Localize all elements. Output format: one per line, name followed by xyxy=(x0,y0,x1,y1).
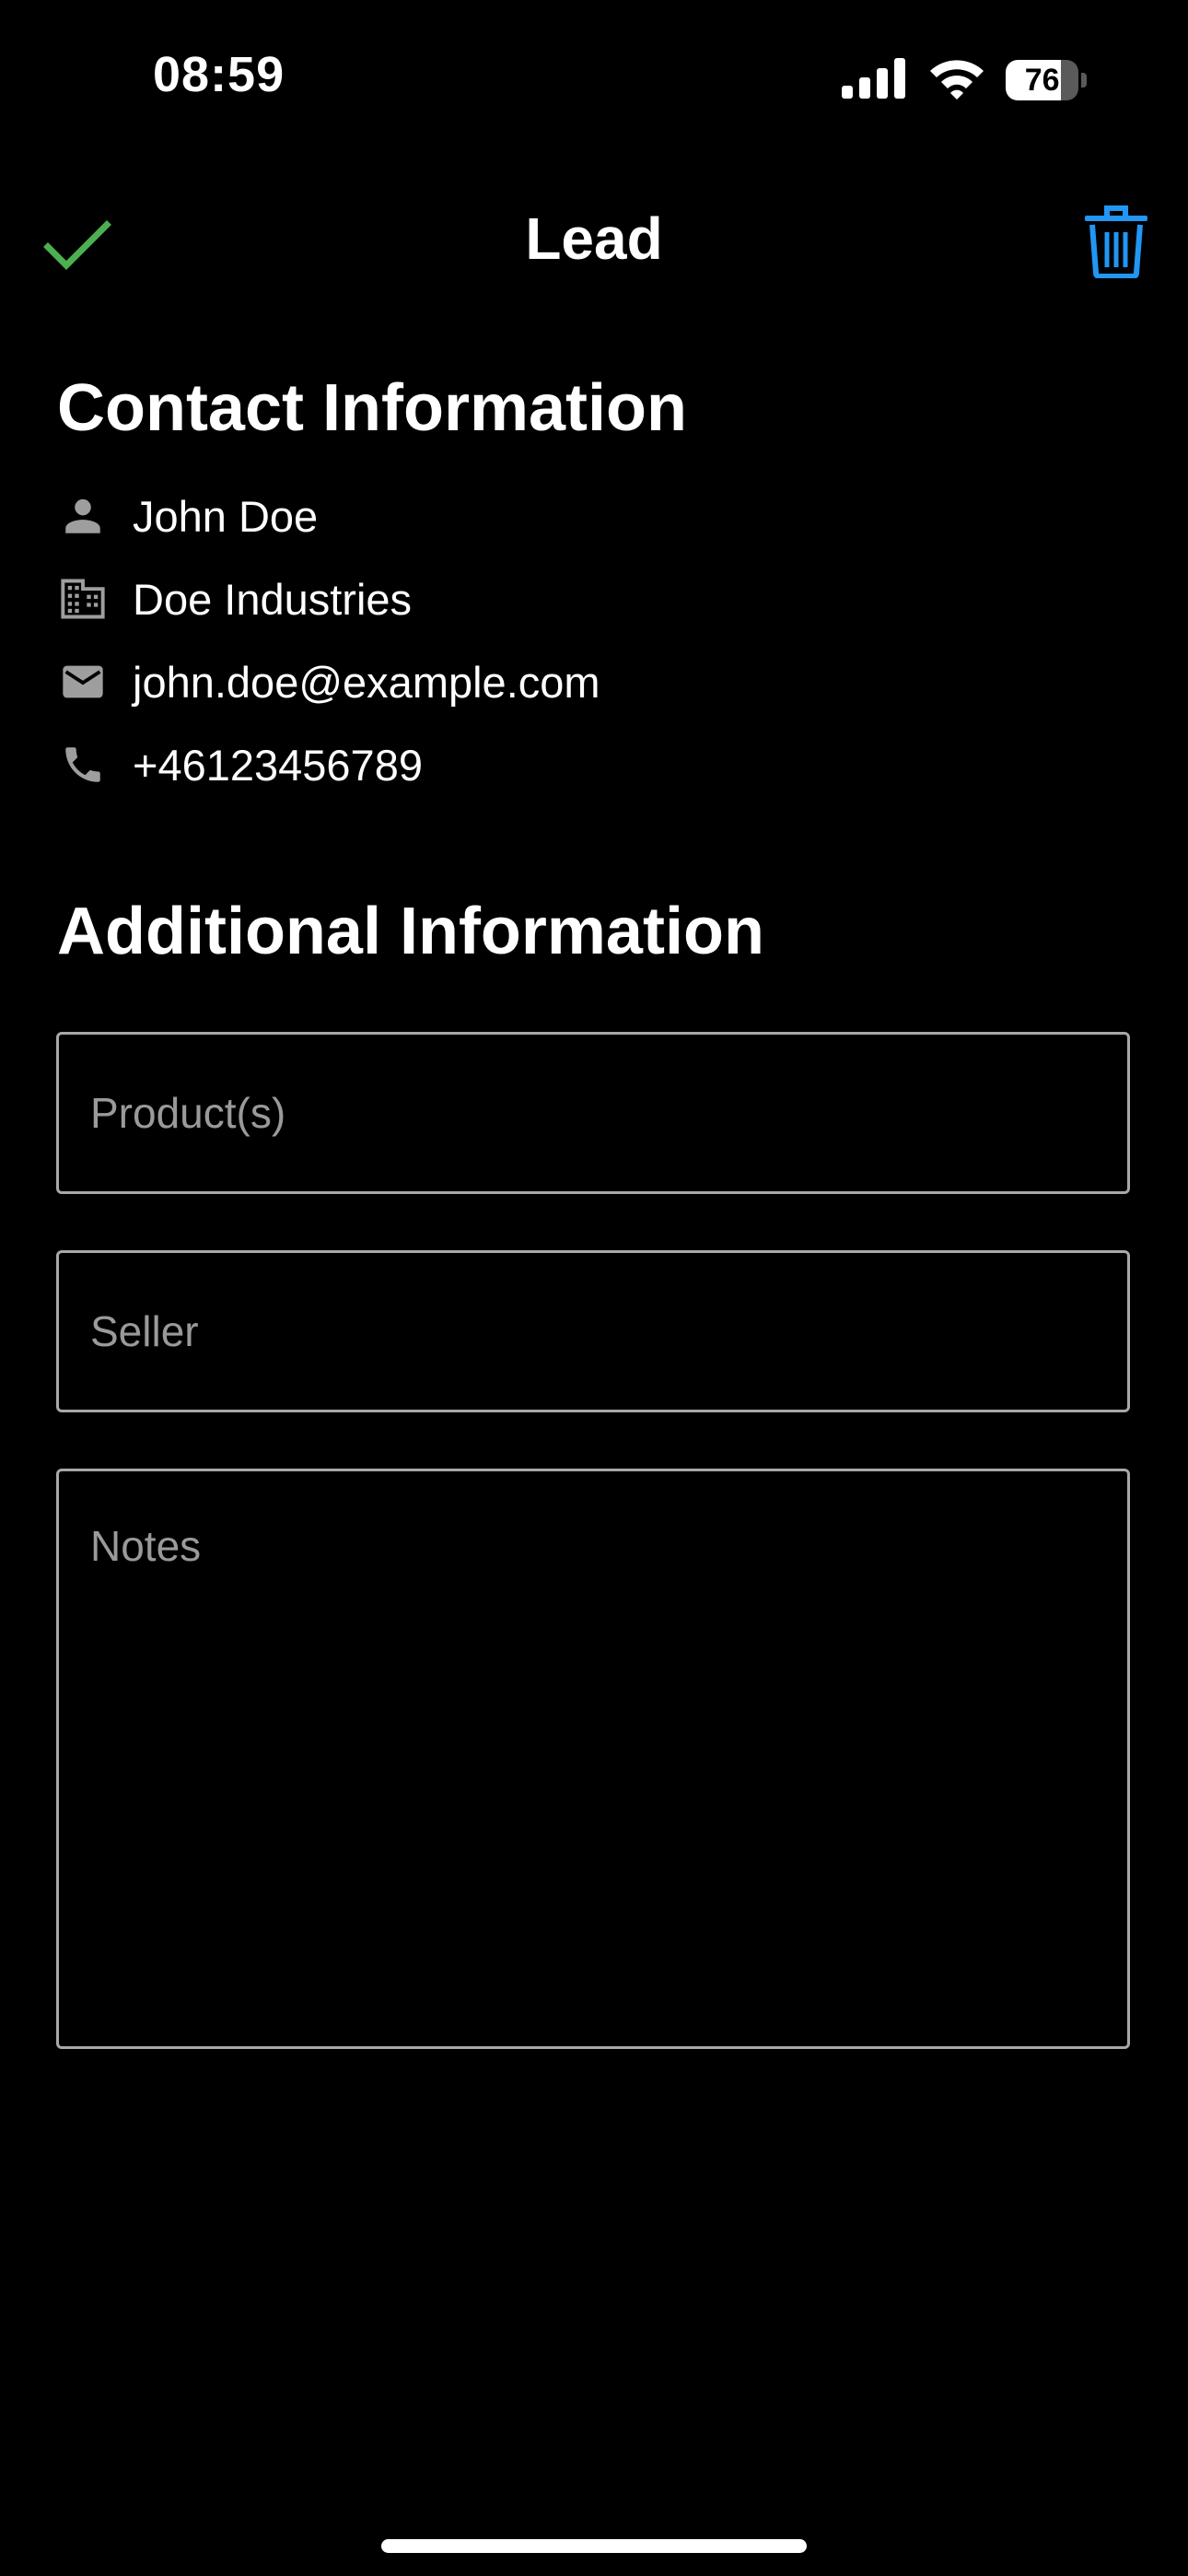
contact-company-row: Doe Industries xyxy=(57,557,1125,640)
products-input[interactable] xyxy=(59,1035,1127,1191)
delete-button[interactable] xyxy=(1081,205,1151,279)
notes-field[interactable] xyxy=(56,1469,1130,2049)
contact-email: john.doe@example.com xyxy=(133,657,600,707)
battery-level: 76 xyxy=(1024,62,1060,98)
contact-section-title: Contact Information xyxy=(57,371,687,445)
notes-textarea[interactable] xyxy=(59,1471,1127,2046)
home-indicator[interactable] xyxy=(381,2539,807,2553)
contact-phone: +46123456789 xyxy=(133,740,423,790)
phone-icon xyxy=(57,739,109,790)
person-icon xyxy=(57,490,109,542)
contact-email-row: john.doe@example.com xyxy=(57,640,1125,723)
page-title: Lead xyxy=(525,205,663,272)
status-icons: 76 xyxy=(842,57,1087,103)
email-icon xyxy=(57,656,109,708)
contact-info-list: John Doe Doe Industries john.doe@example… xyxy=(57,474,1125,806)
building-icon xyxy=(57,573,109,625)
products-field[interactable] xyxy=(56,1032,1130,1194)
additional-section-title: Additional Information xyxy=(57,895,764,968)
status-time: 08:59 xyxy=(153,47,285,102)
seller-input[interactable] xyxy=(59,1253,1127,1410)
battery-icon: 76 xyxy=(1006,60,1087,100)
seller-field[interactable] xyxy=(56,1250,1130,1412)
contact-phone-row: +46123456789 xyxy=(57,723,1125,806)
contact-name: John Doe xyxy=(133,491,319,541)
status-bar: 08:59 76 xyxy=(0,0,1188,166)
contact-name-row: John Doe xyxy=(57,474,1125,557)
wifi-icon xyxy=(928,57,985,104)
cellular-signal-icon xyxy=(842,57,908,103)
contact-company: Doe Industries xyxy=(133,574,413,624)
trash-icon xyxy=(1081,205,1151,282)
nav-bar: Lead xyxy=(0,184,1188,304)
